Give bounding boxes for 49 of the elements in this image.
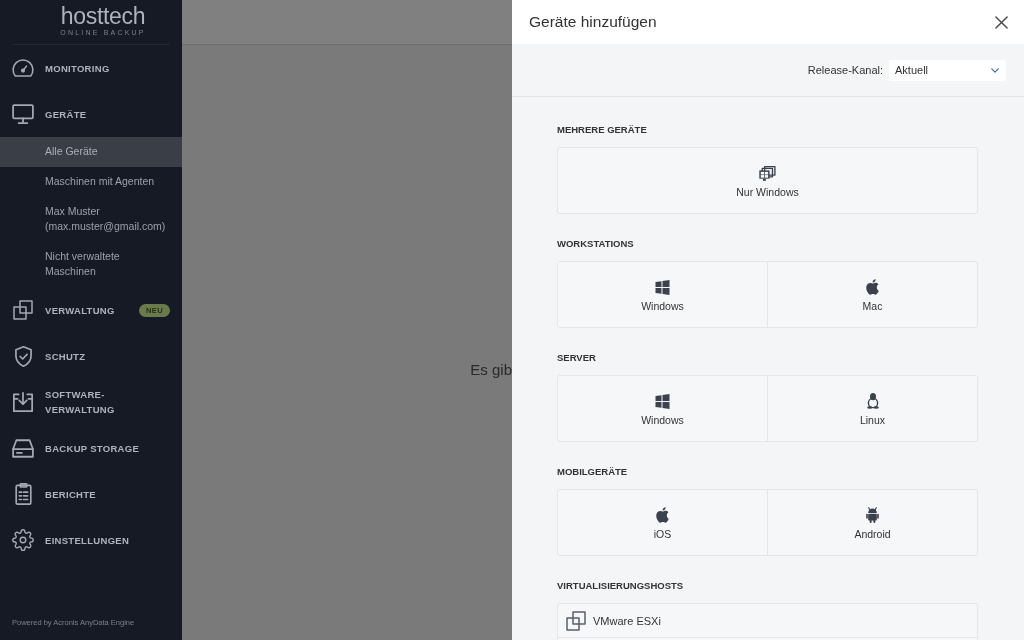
windows-logo-icon xyxy=(655,279,670,295)
device-tile[interactable]: Android xyxy=(767,490,977,555)
section-title: MOBILGERÄTE xyxy=(557,466,629,478)
device-tile[interactable]: Windows xyxy=(558,376,767,441)
penguin-icon xyxy=(866,393,879,409)
nav-subitem[interactable]: Nicht verwaltete Maschinen xyxy=(0,242,182,287)
android-robot-icon xyxy=(866,507,879,523)
host-row[interactable]: VMware ESXi xyxy=(558,604,977,637)
shield-check-icon xyxy=(14,345,32,367)
section-title: MEHRERE GERÄTE xyxy=(557,124,648,136)
gauge-icon xyxy=(12,59,34,77)
nav-subitem[interactable]: Alle Geräte xyxy=(0,137,182,167)
nav-link[interactable]: VERWALTUNG xyxy=(45,302,115,318)
device-tile[interactable]: Nur Windows xyxy=(558,148,977,213)
logo-wordmark: hosttech xyxy=(60,4,146,28)
hard-drive-icon xyxy=(12,438,34,458)
overlapping-squares-icon xyxy=(566,610,586,631)
nav-link[interactable]: GERÄTE xyxy=(45,106,87,122)
device-tile[interactable]: Linux xyxy=(767,376,977,441)
device-tile[interactable]: Windows xyxy=(558,262,767,327)
nav-link[interactable]: BACKUP STORAGE xyxy=(45,440,140,456)
device-tile[interactable]: iOS xyxy=(558,490,767,555)
close-button[interactable] xyxy=(995,15,1008,29)
empty-state-message: Es gib xyxy=(470,360,512,378)
stacked-monitors-icon xyxy=(759,165,776,181)
panel-title: Geräte hinzufügen xyxy=(529,13,657,31)
overlapping-squares-icon xyxy=(13,300,33,320)
windows-logo-icon xyxy=(655,393,670,409)
section-title: VIRTUALISIERUNGSHOSTS xyxy=(557,580,685,592)
clipboard-icon xyxy=(14,483,32,505)
apple-logo-icon xyxy=(656,507,669,523)
settings-icon xyxy=(12,529,34,551)
nav-link[interactable]: SCHUTZ xyxy=(45,348,86,364)
nav-link[interactable]: EINSTELLUNGEN xyxy=(45,532,130,548)
nav-link[interactable]: BERICHTE xyxy=(45,486,96,502)
apple-logo-icon xyxy=(866,279,879,295)
nav-subitem[interactable]: Maschinen mit Agenten xyxy=(0,167,182,197)
section-title: SERVER xyxy=(557,352,597,364)
nav-link[interactable]: SOFTWARE-VERWALTUNG xyxy=(45,387,157,417)
release-channel-select[interactable]: Aktuell xyxy=(889,59,1006,81)
nav-link[interactable]: MONITORING xyxy=(45,60,110,76)
monitor-icon xyxy=(12,104,34,124)
download-tray-icon xyxy=(13,392,33,412)
close-icon xyxy=(995,15,1008,29)
release-channel-label: Release-Kanal: xyxy=(807,64,883,76)
nav-subitem[interactable]: Max Muster (max.muster@gmail.com) xyxy=(0,197,182,242)
chevron-down-icon xyxy=(991,67,999,73)
device-tile[interactable]: Mac xyxy=(767,262,977,327)
section-title: WORKSTATIONS xyxy=(557,238,635,250)
